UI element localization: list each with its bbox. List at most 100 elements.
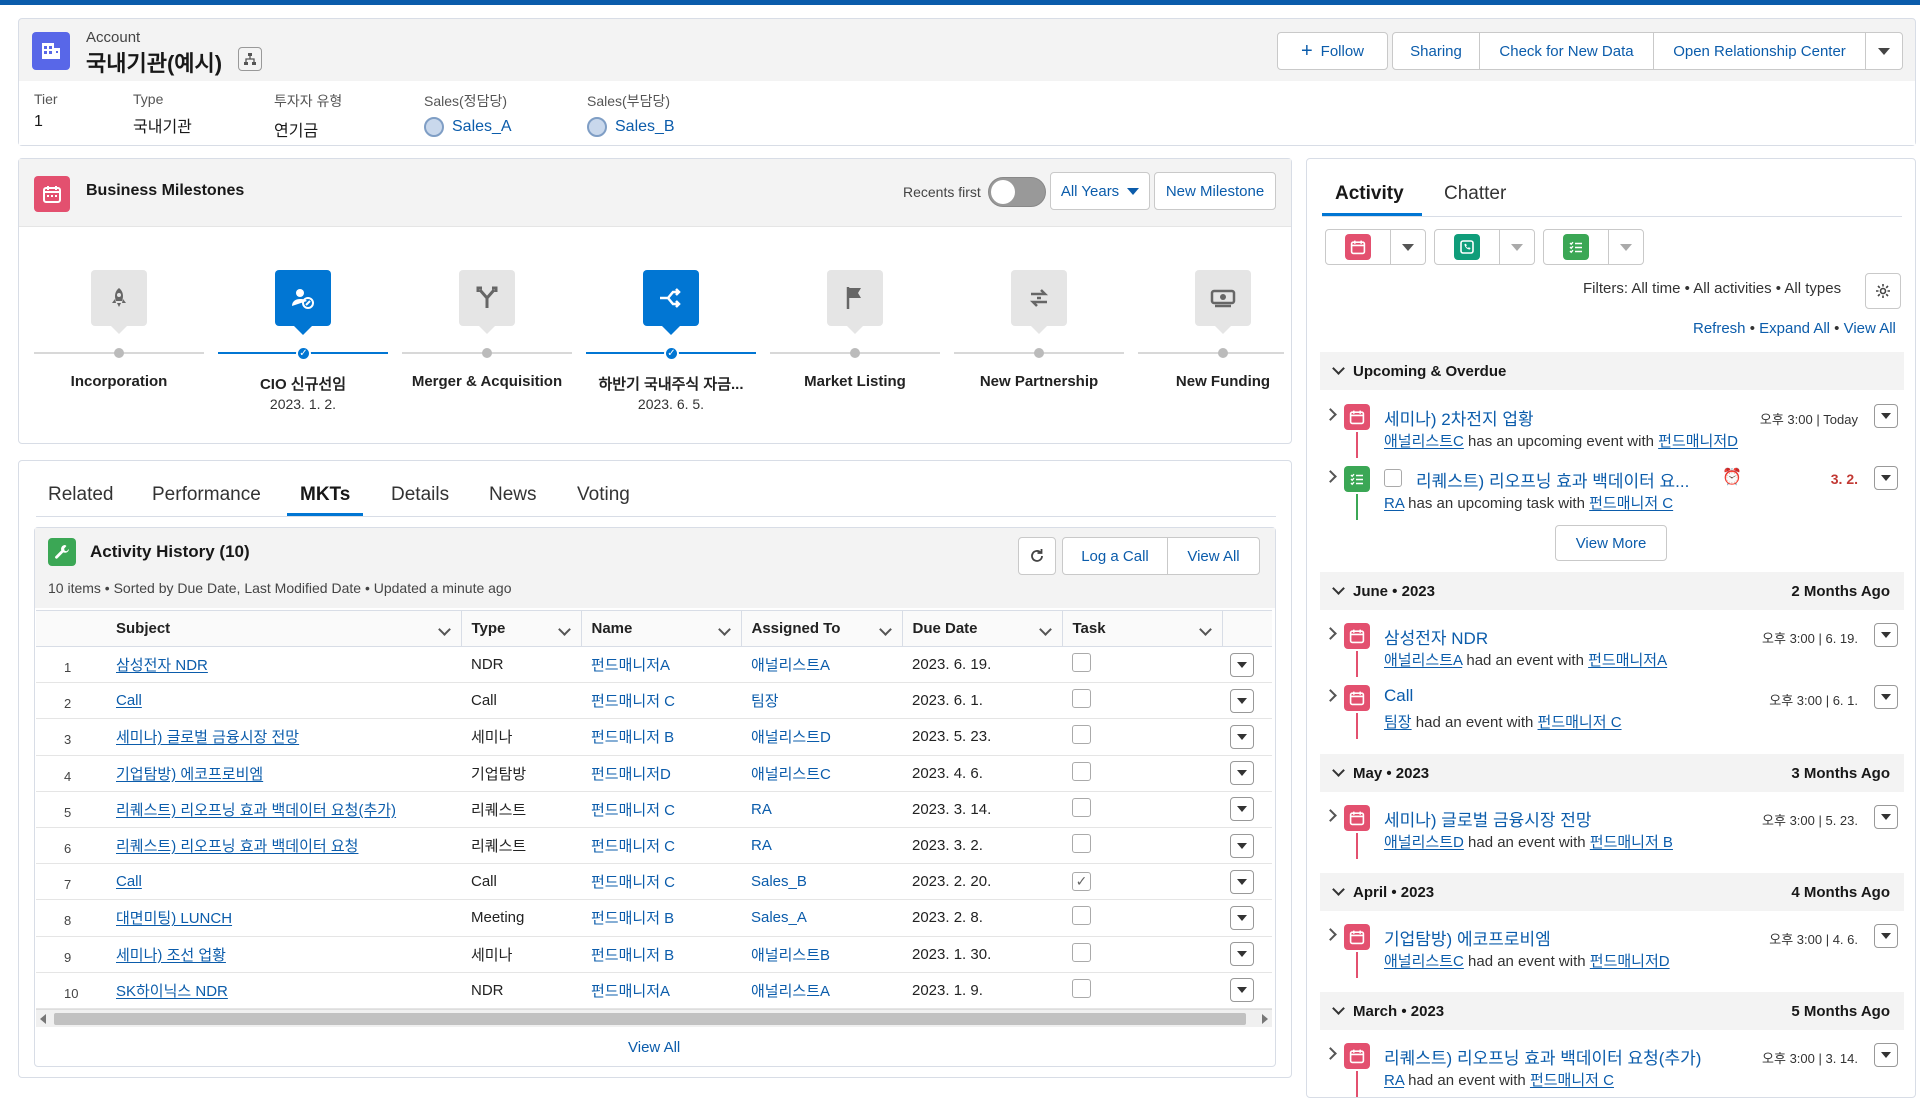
years-filter-dropdown[interactable]: All Years [1050, 172, 1150, 210]
assigned-to-link[interactable]: 팀장 [751, 693, 779, 710]
timeline-item-menu-button[interactable] [1874, 623, 1898, 647]
name-link[interactable]: 펀드매니저 C [591, 874, 675, 891]
task-checkbox[interactable] [1072, 942, 1091, 962]
sales-secondary-link[interactable]: Sales_B [615, 118, 675, 136]
tab-mkts[interactable]: MKTs [300, 484, 350, 506]
column-header-type[interactable]: Type [460, 610, 581, 647]
timeline-subject-link[interactable]: 세미나) 글로벌 금융시장 전망 [1384, 806, 1592, 831]
owner-link[interactable]: RA [1384, 495, 1404, 512]
follow-button[interactable]: + Follow [1277, 32, 1388, 70]
task-checkbox[interactable] [1072, 978, 1091, 998]
scrollbar-thumb[interactable] [54, 1013, 1246, 1025]
expand-chevron-icon[interactable] [1324, 809, 1337, 822]
sales-primary-link[interactable]: Sales_A [452, 118, 512, 136]
task-checkbox[interactable]: ✓ [1072, 872, 1091, 892]
assigned-to-link[interactable]: 애널리스트C [751, 766, 831, 783]
tab-voting[interactable]: Voting [577, 484, 630, 506]
log-call-menu-button[interactable] [1499, 229, 1535, 265]
expand-chevron-icon[interactable] [1324, 1047, 1337, 1060]
expand-chevron-icon[interactable] [1324, 470, 1337, 483]
milestone-item[interactable] [213, 270, 393, 335]
contact-link[interactable]: 펀드매니저D [1590, 953, 1670, 970]
timeline-item-menu-button[interactable] [1874, 404, 1898, 428]
log-call-button[interactable] [1434, 229, 1500, 265]
horizontal-scrollbar[interactable] [36, 1009, 1272, 1027]
name-link[interactable]: 펀드매니저 B [591, 947, 674, 964]
row-actions-button[interactable] [1230, 978, 1254, 1003]
tab-news[interactable]: News [489, 484, 537, 506]
column-header-name[interactable]: Name [580, 610, 741, 647]
owner-link[interactable]: 애널리스트C [1384, 953, 1464, 970]
task-checkbox[interactable] [1072, 653, 1091, 673]
assigned-to-link[interactable]: 애널리스트D [751, 729, 831, 746]
expand-chevron-icon[interactable] [1324, 689, 1337, 702]
contact-link[interactable]: 펀드매니저A [1588, 652, 1667, 669]
row-actions-button[interactable] [1230, 652, 1254, 677]
expand-chevron-icon[interactable] [1324, 627, 1337, 640]
name-link[interactable]: 펀드매니저A [591, 983, 670, 1000]
task-checkbox[interactable] [1072, 834, 1091, 854]
new-event-button[interactable] [1325, 229, 1391, 265]
owner-link[interactable]: 애널리스트A [1384, 652, 1462, 669]
new-task-button[interactable] [1543, 229, 1609, 265]
milestone-item[interactable] [581, 270, 761, 335]
milestone-item[interactable] [397, 270, 577, 334]
tab-related[interactable]: Related [48, 484, 114, 506]
subject-link[interactable]: 세미나) 조선 업황 [116, 947, 226, 964]
timeline-subject-link[interactable]: 리퀘스트) 리오프닝 효과 백데이터 요청(추가) [1384, 1044, 1701, 1069]
timeline-section-header[interactable]: April • 2023 4 Months Ago [1320, 873, 1904, 911]
contact-link[interactable]: 펀드매니저D [1658, 433, 1738, 450]
milestone-item[interactable] [765, 270, 945, 334]
assigned-to-link[interactable]: 애널리스트A [751, 983, 830, 1000]
assigned-to-link[interactable]: 애널리스트A [751, 657, 830, 674]
subject-link[interactable]: SK하이닉스 NDR [116, 983, 228, 1000]
owner-link[interactable]: 팀장 [1384, 714, 1412, 731]
milestone-item[interactable] [1133, 270, 1313, 334]
log-a-call-button[interactable]: Log a Call [1062, 537, 1168, 575]
timeline-subject-link[interactable]: Call [1384, 686, 1413, 706]
subject-link[interactable]: 리퀘스트) 리오프닝 효과 백데이터 요청 [116, 838, 358, 855]
tab-performance[interactable]: Performance [152, 484, 261, 506]
task-checkbox[interactable] [1072, 906, 1091, 926]
hierarchy-button[interactable] [238, 47, 262, 71]
contact-link[interactable]: 펀드매니저 C [1589, 495, 1673, 512]
owner-link[interactable]: 애널리스트D [1384, 834, 1464, 851]
timeline-section-header[interactable]: March • 2023 5 Months Ago [1320, 992, 1904, 1030]
column-header-assigned-to[interactable]: Assigned To [740, 610, 902, 647]
column-header-task[interactable]: Task [1061, 610, 1222, 647]
task-checkbox[interactable] [1072, 761, 1091, 781]
name-link[interactable]: 펀드매니저A [591, 657, 670, 674]
assigned-to-link[interactable]: RA [751, 837, 772, 854]
view-all-button[interactable]: View All [1167, 537, 1260, 575]
refresh-button[interactable] [1018, 537, 1056, 575]
open-relationship-center-button[interactable]: Open Relationship Center [1653, 32, 1866, 70]
sharing-button[interactable]: Sharing [1392, 32, 1480, 70]
timeline-subject-link[interactable]: 리퀘스트) 리오프닝 효과 백데이터 요... [1416, 467, 1689, 492]
new-milestone-button[interactable]: New Milestone [1154, 172, 1276, 210]
name-link[interactable]: 펀드매니저 C [591, 802, 675, 819]
row-actions-button[interactable] [1230, 797, 1254, 822]
row-actions-button[interactable] [1230, 942, 1254, 967]
row-actions-button[interactable] [1230, 833, 1254, 858]
name-link[interactable]: 펀드매니저D [591, 766, 671, 783]
column-header-subject[interactable]: Subject [106, 610, 461, 647]
refresh-link[interactable]: Refresh [1693, 320, 1746, 337]
row-actions-button[interactable] [1230, 724, 1254, 749]
new-event-menu-button[interactable] [1390, 229, 1426, 265]
new-task-menu-button[interactable] [1608, 229, 1644, 265]
expand-all-link[interactable]: Expand All [1759, 320, 1830, 337]
subject-link[interactable]: Call [116, 692, 142, 709]
name-link[interactable]: 펀드매니저 C [591, 693, 675, 710]
timeline-item-menu-button[interactable] [1874, 805, 1898, 829]
subject-link[interactable]: 대면미팅) LUNCH [116, 910, 232, 927]
view-all-link[interactable]: View All [1844, 320, 1896, 337]
timeline-subject-link[interactable]: 세미나) 2차전지 업황 [1384, 405, 1534, 430]
task-checkbox[interactable] [1384, 469, 1402, 487]
more-actions-button[interactable] [1865, 32, 1903, 70]
name-link[interactable]: 펀드매니저 B [591, 729, 674, 746]
assigned-to-link[interactable]: RA [751, 801, 772, 818]
timeline-item-menu-button[interactable] [1874, 466, 1898, 490]
timeline-item-menu-button[interactable] [1874, 924, 1898, 948]
task-checkbox[interactable] [1072, 725, 1091, 745]
subject-link[interactable]: 기업탐방) 에코프로비엠 [116, 766, 263, 783]
